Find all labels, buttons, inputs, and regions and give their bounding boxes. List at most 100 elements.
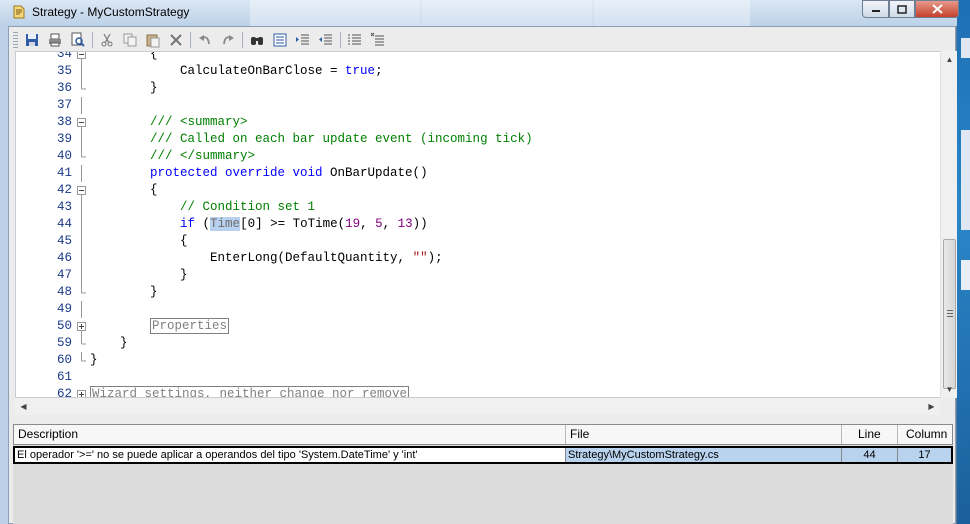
code-token: 13	[397, 217, 413, 231]
code-editor[interactable]: 34 {35 CalculateOnBarClose = true; 36 } 37…	[15, 51, 948, 398]
line-number: 36	[56, 81, 72, 95]
code-line[interactable]: 45 {	[16, 233, 946, 250]
code-line[interactable]: 34 {	[16, 52, 946, 63]
code-token: EnterLong(DefaultQuantity,	[90, 251, 413, 265]
toolbar	[13, 29, 913, 51]
copy-icon	[123, 33, 137, 47]
code-line[interactable]: 61	[16, 369, 946, 386]
paste-button[interactable]	[143, 30, 163, 50]
code-line[interactable]: 35 CalculateOnBarClose = true;	[16, 63, 946, 80]
code-token: ))	[412, 217, 428, 231]
column-header-file[interactable]: File	[566, 425, 842, 444]
close-button[interactable]	[915, 0, 959, 18]
code-line[interactable]: 60}	[16, 352, 946, 369]
code-token: CalculateOnBarClose =	[90, 64, 346, 78]
line-number: 35	[56, 64, 72, 78]
code-text: /// Called on each bar update event (inc…	[90, 131, 533, 148]
line-number: 46	[56, 251, 72, 265]
code-line[interactable]: 59 }	[16, 335, 946, 352]
scroll-down-arrow-icon[interactable]: ▼	[941, 381, 958, 398]
code-line[interactable]: 39 /// Called on each bar update event (…	[16, 131, 946, 148]
toolbar-separator	[242, 32, 243, 48]
print-button[interactable]	[45, 30, 65, 50]
code-token: ;	[375, 64, 383, 78]
code-line[interactable]: 43 // Condition set 1	[16, 199, 946, 216]
code-token: Properties	[150, 318, 230, 334]
column-header-column[interactable]: Column	[898, 425, 952, 444]
code-token: );	[427, 251, 443, 265]
minimize-icon	[871, 10, 880, 12]
uncomment-button[interactable]	[368, 30, 388, 50]
code-token: protected override void	[150, 166, 323, 180]
line-number: 40	[56, 149, 72, 163]
cut-button[interactable]	[97, 30, 117, 50]
horizontal-scrollbar[interactable]: ◀ ▶	[15, 398, 940, 415]
line-number: 45	[56, 234, 72, 248]
window-title: Strategy - MyCustomStrategy	[32, 5, 190, 19]
delete-button[interactable]	[166, 30, 186, 50]
find-button[interactable]	[247, 30, 267, 50]
code-line[interactable]: 50 Properties	[16, 318, 946, 335]
code-line[interactable]: 38 /// <summary>	[16, 114, 946, 131]
error-row[interactable]: El operador '>=' no se puede aplicar a o…	[13, 446, 953, 464]
code-token: if	[180, 217, 196, 231]
vertical-scrollbar[interactable]: ▲ ▼	[940, 51, 957, 398]
code-line[interactable]: 44 if (Time[0] >= ToTime(19, 5, 13))	[16, 216, 946, 233]
code-line[interactable]: 48 }	[16, 284, 946, 301]
code-token: Wizard settings, neither change nor remo…	[90, 386, 410, 397]
code-line[interactable]: 40 /// </summary>	[16, 148, 946, 165]
line-number: 49	[56, 302, 72, 316]
code-text: }	[90, 267, 188, 284]
code-line[interactable]: 46 EnterLong(DefaultQuantity, "");	[16, 250, 946, 267]
code-line[interactable]: 47 }	[16, 267, 946, 284]
code-token: /// Called on each bar update event (inc…	[90, 132, 533, 146]
code-token: 5	[375, 217, 383, 231]
code-token: }	[90, 336, 128, 350]
indent-button[interactable]	[293, 30, 313, 50]
outdent-button[interactable]	[316, 30, 336, 50]
comment-button[interactable]	[345, 30, 365, 50]
column-header-line[interactable]: Line	[842, 425, 898, 444]
vertical-scroll-thumb[interactable]	[943, 239, 956, 389]
code-line[interactable]: 49	[16, 301, 946, 318]
scroll-right-arrow-icon[interactable]: ▶	[923, 398, 940, 415]
code-text: /// </summary>	[90, 148, 255, 165]
line-number: 39	[56, 132, 72, 146]
close-icon	[931, 4, 943, 14]
maximize-icon	[897, 4, 907, 14]
code-token: (	[195, 217, 211, 231]
find-replace-button[interactable]	[270, 30, 290, 50]
redo-button[interactable]	[218, 30, 238, 50]
code-token: 19	[345, 217, 361, 231]
undo-button[interactable]	[195, 30, 215, 50]
column-header-description[interactable]: Description	[14, 425, 566, 444]
code-text: }	[90, 80, 158, 97]
toolbar-grip[interactable]	[13, 32, 18, 48]
error-column: 17	[897, 448, 951, 462]
code-line[interactable]: 36 }	[16, 80, 946, 97]
print-preview-button[interactable]	[68, 30, 88, 50]
code-line[interactable]: 41 protected override void OnBarUpdate()	[16, 165, 946, 182]
expand-icon[interactable]	[77, 386, 86, 397]
code-line[interactable]: 42 {	[16, 182, 946, 199]
minimize-button[interactable]	[862, 0, 889, 18]
code-token: {	[90, 183, 158, 197]
code-text: EnterLong(DefaultQuantity, "");	[90, 250, 443, 267]
scroll-up-arrow-icon[interactable]: ▲	[941, 51, 958, 68]
find-replace-icon	[273, 33, 287, 47]
save-button[interactable]	[22, 30, 42, 50]
code-token: ,	[360, 217, 376, 231]
code-token: }	[90, 353, 98, 367]
title-bar[interactable]: Strategy - MyCustomStrategy	[0, 0, 959, 26]
code-text: {	[90, 52, 158, 63]
copy-button[interactable]	[120, 30, 140, 50]
code-line[interactable]: 62 Wizard settings, neither change nor re…	[16, 386, 946, 397]
toolbar-separator	[190, 32, 191, 48]
code-token: OnBarUpdate()	[322, 166, 428, 180]
scroll-left-arrow-icon[interactable]: ◀	[15, 398, 32, 415]
code-token: [0] >= ToTime(	[240, 217, 346, 231]
code-line[interactable]: 37	[16, 97, 946, 114]
maximize-button[interactable]	[889, 0, 915, 18]
